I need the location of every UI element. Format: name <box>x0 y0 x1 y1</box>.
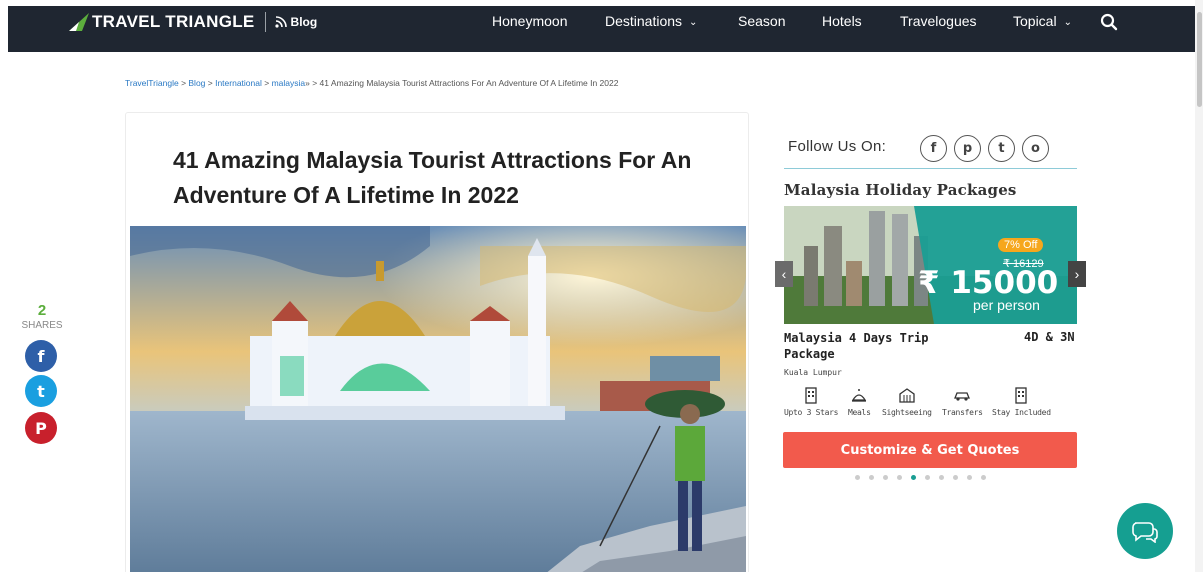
nav-season[interactable]: Season <box>738 13 785 29</box>
nav-season-label: Season <box>738 13 786 29</box>
chevron-down-icon: ⌄ <box>689 16 698 28</box>
blog-label: Blog <box>290 15 318 29</box>
package-name[interactable]: Malaysia 4 Days Trip Package <box>784 330 954 362</box>
nav-travelogues-label: Travelogues <box>900 13 977 29</box>
feature-label: Transfers <box>942 408 983 417</box>
pinterest-share-button[interactable]: P <box>25 412 57 444</box>
feature-label: Stay Included <box>992 408 1051 417</box>
carousel-dot[interactable] <box>953 475 958 480</box>
carousel-dot[interactable] <box>883 475 888 480</box>
feature-label: Upto 3 Stars <box>784 408 839 417</box>
package-price: ₹ 15000 <box>918 265 1059 301</box>
breadcrumb-separator: > <box>261 78 272 88</box>
nav-topical[interactable]: Topical ⌄ <box>1013 13 1072 29</box>
breadcrumb-separator: » > <box>305 78 320 88</box>
twitter-share-button[interactable]: t <box>25 375 57 407</box>
breadcrumb-separator: > <box>205 78 216 88</box>
meals-icon <box>852 389 867 402</box>
car-icon <box>954 392 971 401</box>
customize-quotes-button[interactable]: Customize & Get Quotes <box>783 432 1077 468</box>
hotel-icon <box>1015 387 1028 404</box>
hotel-icon <box>805 387 817 404</box>
share-label: SHARES <box>21 320 63 331</box>
share-count: 2 <box>37 302 47 319</box>
nav-topical-label: Topical <box>1013 13 1057 29</box>
follow-divider <box>784 168 1077 169</box>
carousel-dot[interactable] <box>869 475 874 480</box>
package-city: Kuala Lumpur <box>784 368 842 377</box>
nav-honeymoon[interactable]: Honeymoon <box>492 13 568 29</box>
carousel-dot[interactable] <box>855 475 860 480</box>
carousel-dot[interactable] <box>925 475 930 480</box>
feature-meals: Meals <box>848 386 871 417</box>
nav-destinations[interactable]: Destinations ⌄ <box>605 13 697 29</box>
carousel-next-button[interactable]: › <box>1068 261 1086 287</box>
sightseeing-icon <box>899 388 915 403</box>
chat-button[interactable] <box>1117 503 1173 559</box>
nav-honeymoon-label: Honeymoon <box>492 13 568 29</box>
facebook-share-button[interactable]: f <box>25 340 57 372</box>
logo-divider <box>264 12 266 32</box>
breadcrumb-international[interactable]: International <box>215 78 262 88</box>
nav-travelogues[interactable]: Travelogues <box>900 13 977 29</box>
logo-text: TRAVEL TRIANGLE <box>92 12 255 31</box>
carousel-dots <box>855 475 986 480</box>
pinterest-icon: P <box>35 418 47 438</box>
facebook-icon[interactable]: f <box>920 135 947 162</box>
carousel-dot[interactable] <box>911 475 916 480</box>
nav-hotels[interactable]: Hotels <box>822 13 862 29</box>
breadcrumb-traveltriangle[interactable]: TravelTriangle <box>125 78 179 88</box>
facebook-icon: f <box>37 346 45 366</box>
per-person-label: per person <box>973 297 1040 313</box>
nav-hotels-label: Hotels <box>822 13 862 29</box>
article-card: 41 Amazing Malaysia Tourist Attractions … <box>125 112 749 572</box>
triangle-logo-icon <box>69 13 89 31</box>
feature-label: Sightseeing <box>882 408 932 417</box>
chevron-down-icon: ⌄ <box>1063 16 1072 28</box>
breadcrumb-blog[interactable]: Blog <box>188 78 205 88</box>
feature-label: Meals <box>848 408 871 417</box>
feature-stay: Stay Included <box>992 386 1051 417</box>
carousel-prev-button[interactable]: ‹ <box>775 261 793 287</box>
social-links: f p t o <box>920 135 1049 162</box>
breadcrumb-malaysia[interactable]: malaysia <box>272 78 306 88</box>
search-icon[interactable] <box>1100 13 1118 31</box>
breadcrumb: TravelTriangle > Blog > International > … <box>125 78 618 88</box>
feature-transfers: Transfers <box>942 386 983 417</box>
carousel-dot[interactable] <box>939 475 944 480</box>
twitter-icon: t <box>37 381 45 401</box>
scrollbar-thumb[interactable] <box>1197 12 1202 107</box>
package-heading: Malaysia Holiday Packages <box>784 181 1017 199</box>
nav-destinations-label: Destinations <box>605 13 683 29</box>
discount-badge: 7% Off <box>998 238 1044 252</box>
breadcrumb-current: 41 Amazing Malaysia Tourist Attractions … <box>319 78 619 88</box>
breadcrumb-separator: > <box>178 78 189 88</box>
rss-icon <box>274 16 287 28</box>
package-duration: 4D & 3N <box>1024 330 1075 344</box>
hero-image <box>130 226 746 572</box>
travel-triangle-logo[interactable]: TRAVEL TRIANGLE Blog <box>68 11 317 33</box>
chat-icon <box>1132 522 1158 543</box>
carousel-dot[interactable] <box>967 475 972 480</box>
twitter-icon[interactable]: t <box>988 135 1015 162</box>
feature-sightseeing: Sightseeing <box>882 386 932 417</box>
carousel-dot[interactable] <box>897 475 902 480</box>
follow-us-label: Follow Us On: <box>788 138 887 155</box>
article-title: 41 Amazing Malaysia Tourist Attractions … <box>173 147 692 208</box>
carousel-dot[interactable] <box>981 475 986 480</box>
feature-stars: Upto 3 Stars <box>784 386 839 417</box>
instagram-icon[interactable]: o <box>1022 135 1049 162</box>
pinterest-icon[interactable]: p <box>954 135 981 162</box>
